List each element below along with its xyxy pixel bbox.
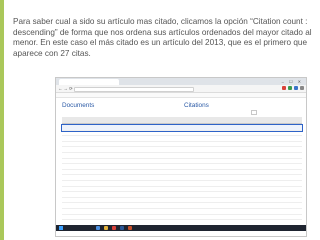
window-controls[interactable]: – ☐ ✕ xyxy=(282,79,303,84)
documents-heading: Documents xyxy=(62,102,95,109)
taskbar-ppt-icon[interactable] xyxy=(128,226,132,230)
browser-titlebar: – ☐ ✕ xyxy=(56,78,306,85)
extension-blue-icon[interactable] xyxy=(294,86,298,90)
citation-overview-page: Documents Citations xyxy=(56,99,306,232)
extension-red-icon[interactable] xyxy=(282,86,286,90)
slide-caption: Para saber cual a sido su artículo mas c… xyxy=(13,17,312,58)
taskbar-folder-icon[interactable] xyxy=(104,226,108,230)
taskbar-chrome-icon[interactable] xyxy=(112,226,116,230)
url-field[interactable] xyxy=(74,86,194,92)
bookmarks-bar[interactable] xyxy=(56,93,306,98)
taskbar-browser-icon[interactable] xyxy=(96,226,100,230)
browser-screenshot: – ☐ ✕ ←→⟳ Documents Citations xyxy=(55,77,307,237)
table-header xyxy=(62,117,302,124)
taskbar-word-icon[interactable] xyxy=(120,226,124,230)
citations-heading: Citations xyxy=(184,102,209,109)
extension-icons xyxy=(282,86,304,90)
slide-accent-bar xyxy=(0,0,4,240)
extension-green-icon[interactable] xyxy=(288,86,292,90)
sort-selector[interactable] xyxy=(251,110,257,115)
taskbar-apps xyxy=(96,226,132,230)
nav-arrows-icon[interactable]: ←→⟳ xyxy=(58,86,74,92)
menu-icon[interactable] xyxy=(300,86,304,90)
citation-table-body xyxy=(61,124,303,232)
taskbar xyxy=(56,225,306,231)
address-bar-row: ←→⟳ xyxy=(56,85,306,93)
start-icon[interactable] xyxy=(59,226,63,230)
